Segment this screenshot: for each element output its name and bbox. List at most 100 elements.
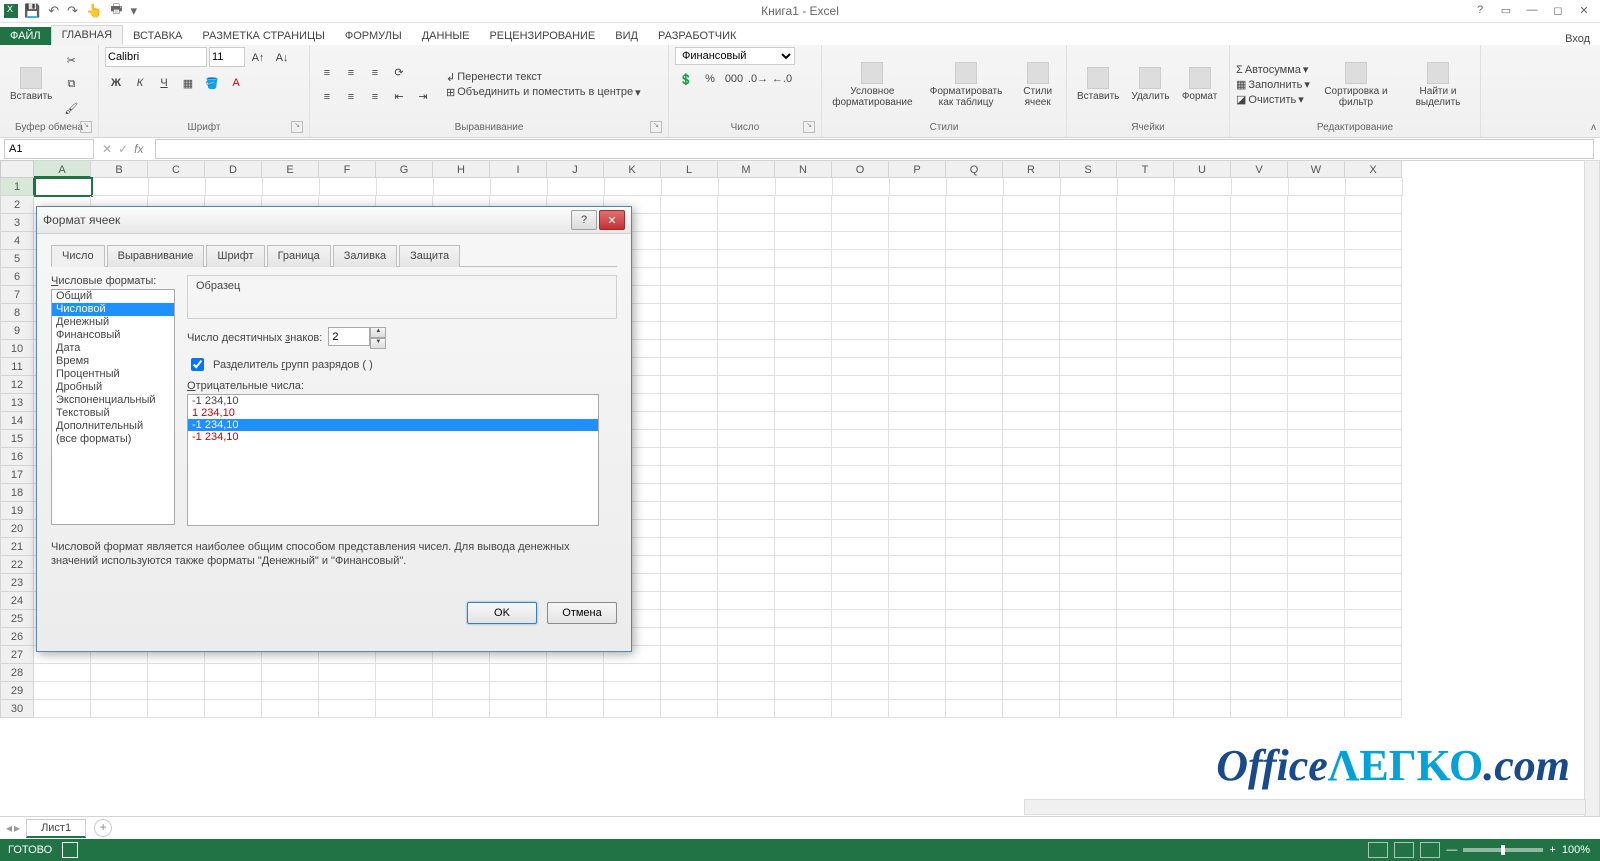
cell[interactable] xyxy=(1060,520,1117,538)
cell[interactable] xyxy=(889,700,946,718)
cell[interactable] xyxy=(775,610,832,628)
qat-more-icon[interactable]: ▾ xyxy=(130,3,137,19)
cell[interactable] xyxy=(946,430,1003,448)
qat-print-icon[interactable]: 🖶 xyxy=(110,0,122,22)
cell[interactable] xyxy=(1003,286,1060,304)
cell[interactable] xyxy=(946,214,1003,232)
cell[interactable] xyxy=(1345,358,1402,376)
cell[interactable] xyxy=(775,340,832,358)
cell[interactable] xyxy=(775,196,832,214)
column-header[interactable]: B xyxy=(91,160,148,178)
cell[interactable] xyxy=(205,700,262,718)
cell[interactable] xyxy=(832,502,889,520)
cell[interactable] xyxy=(1345,214,1402,232)
font-size-combo[interactable] xyxy=(209,47,245,67)
zoom-slider[interactable] xyxy=(1463,848,1543,852)
cell[interactable] xyxy=(547,700,604,718)
cell[interactable] xyxy=(1060,628,1117,646)
row-header[interactable]: 19 xyxy=(0,502,34,520)
cell[interactable] xyxy=(1232,178,1289,196)
cell[interactable] xyxy=(1118,178,1175,196)
cell[interactable] xyxy=(1231,628,1288,646)
tab-home[interactable]: ГЛАВНАЯ xyxy=(51,25,123,45)
indent-dec-icon[interactable]: ⇤ xyxy=(388,86,410,108)
row-header[interactable]: 6 xyxy=(0,268,34,286)
cell[interactable] xyxy=(1060,376,1117,394)
cell[interactable] xyxy=(661,520,718,538)
row-header[interactable]: 30 xyxy=(0,700,34,718)
cell[interactable] xyxy=(775,286,832,304)
cell[interactable] xyxy=(1288,268,1345,286)
cell[interactable] xyxy=(1288,376,1345,394)
cell[interactable] xyxy=(149,178,206,196)
cell[interactable] xyxy=(1288,304,1345,322)
cell[interactable] xyxy=(1174,556,1231,574)
cell[interactable] xyxy=(1288,538,1345,556)
cell[interactable] xyxy=(832,574,889,592)
cell[interactable] xyxy=(832,304,889,322)
cell[interactable] xyxy=(1345,268,1402,286)
cell[interactable] xyxy=(946,196,1003,214)
cell[interactable] xyxy=(832,412,889,430)
cell[interactable] xyxy=(1345,664,1402,682)
cell[interactable] xyxy=(1288,448,1345,466)
category-item[interactable]: (все форматы) xyxy=(52,433,174,446)
category-item[interactable]: Финансовый xyxy=(52,329,174,342)
cell[interactable] xyxy=(1288,340,1345,358)
cell[interactable] xyxy=(604,682,661,700)
cell[interactable] xyxy=(1345,340,1402,358)
enter-formula-icon[interactable]: ✓ xyxy=(118,142,128,156)
row-header[interactable]: 15 xyxy=(0,430,34,448)
negatives-listbox[interactable]: -1 234,101 234,10-1 234,10-1 234,10 xyxy=(187,394,599,526)
cell[interactable] xyxy=(832,394,889,412)
dec-inc-icon[interactable]: .0→ xyxy=(747,68,769,90)
cell[interactable] xyxy=(889,268,946,286)
cell[interactable] xyxy=(946,232,1003,250)
cell[interactable] xyxy=(1345,448,1402,466)
cell[interactable] xyxy=(946,394,1003,412)
cell[interactable] xyxy=(1231,196,1288,214)
cell[interactable] xyxy=(1003,376,1060,394)
cell[interactable] xyxy=(1345,646,1402,664)
cell[interactable] xyxy=(889,358,946,376)
cell[interactable] xyxy=(1345,556,1402,574)
font-name-combo[interactable] xyxy=(105,47,207,67)
cell[interactable] xyxy=(832,358,889,376)
cell[interactable] xyxy=(1345,394,1402,412)
cell[interactable] xyxy=(1345,412,1402,430)
cell[interactable] xyxy=(1288,502,1345,520)
cell[interactable] xyxy=(1117,592,1174,610)
cell[interactable] xyxy=(775,556,832,574)
autosum-button[interactable]: Σ Автосумма ▾ xyxy=(1236,63,1310,76)
cell[interactable] xyxy=(1174,322,1231,340)
cell[interactable] xyxy=(661,412,718,430)
cell[interactable] xyxy=(1174,412,1231,430)
cell[interactable] xyxy=(718,322,775,340)
cell[interactable] xyxy=(775,448,832,466)
cell[interactable] xyxy=(1231,304,1288,322)
ok-button[interactable]: OK xyxy=(467,602,537,624)
zoom-level[interactable]: 100% xyxy=(1562,844,1590,856)
cell[interactable] xyxy=(661,466,718,484)
sheet-tab[interactable]: Лист1 xyxy=(26,819,86,838)
row-header[interactable]: 21 xyxy=(0,538,34,556)
cell[interactable] xyxy=(1060,322,1117,340)
cell[interactable] xyxy=(34,682,91,700)
shrink-font-icon[interactable]: A↓ xyxy=(271,47,293,69)
cell[interactable] xyxy=(433,664,490,682)
cell[interactable] xyxy=(718,664,775,682)
row-header[interactable]: 9 xyxy=(0,322,34,340)
dialog-tab[interactable]: Защита xyxy=(399,245,460,267)
cell[interactable] xyxy=(1117,484,1174,502)
cell[interactable] xyxy=(1345,700,1402,718)
cell[interactable] xyxy=(718,538,775,556)
cell[interactable] xyxy=(946,466,1003,484)
cell[interactable] xyxy=(1174,484,1231,502)
cell[interactable] xyxy=(661,592,718,610)
cell[interactable] xyxy=(1231,538,1288,556)
cell[interactable] xyxy=(946,286,1003,304)
cell[interactable] xyxy=(1231,520,1288,538)
cell[interactable] xyxy=(718,628,775,646)
new-sheet-button[interactable]: + xyxy=(94,819,112,837)
cell[interactable] xyxy=(148,664,205,682)
